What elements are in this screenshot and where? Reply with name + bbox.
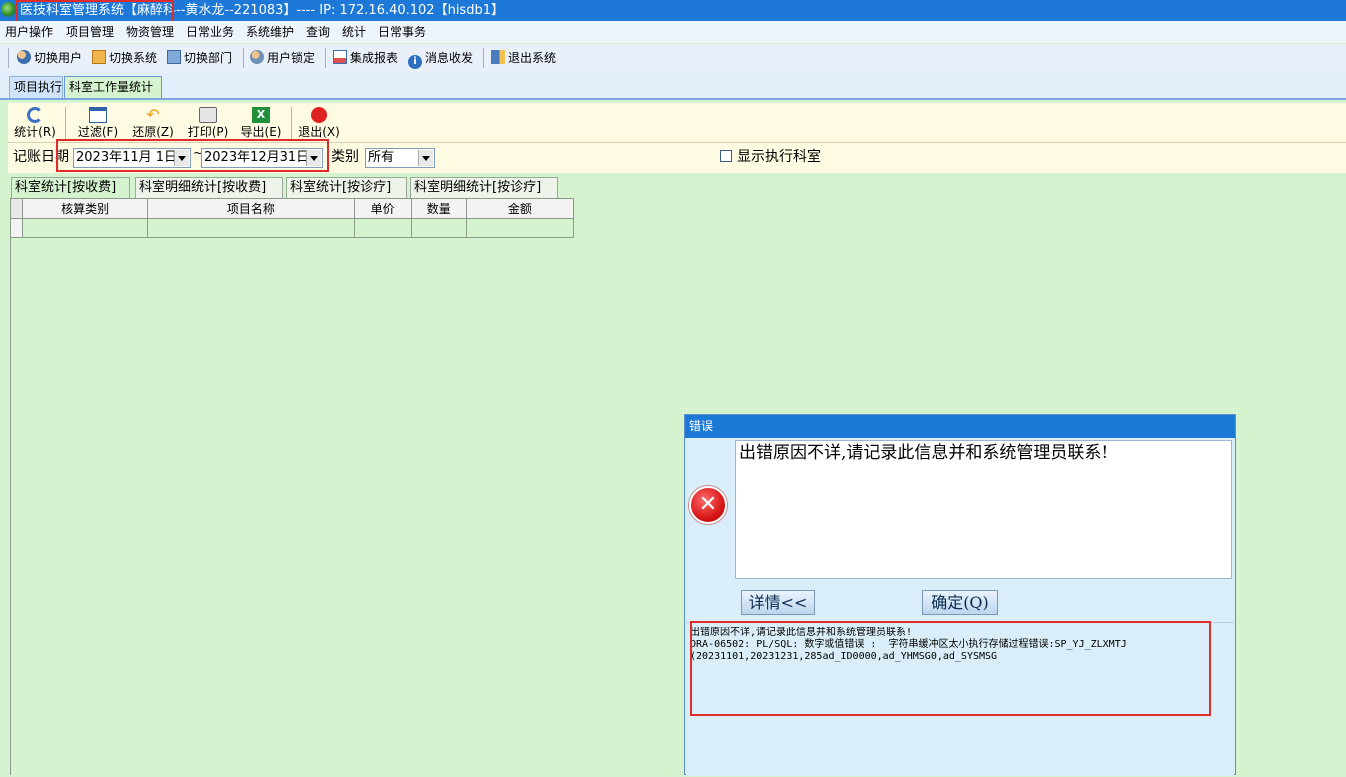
menu-daily-affairs[interactable]: 日常事务	[378, 24, 426, 40]
col-accounting-category[interactable]: 核算类别	[22, 198, 149, 219]
message-label: 消息收发	[425, 51, 474, 65]
row-indicator-header	[9, 198, 24, 219]
filter-button[interactable]: 过滤(F)	[74, 107, 122, 139]
switch-user-label: 切换用户	[34, 51, 83, 65]
excel-icon: X	[252, 107, 270, 123]
refresh-icon	[27, 107, 43, 123]
exit-system-button[interactable]: 退出系统	[491, 49, 556, 67]
exit-panel-button[interactable]: 退出(X)	[295, 107, 343, 139]
subtab-dept-by-treatment[interactable]: 科室统计[按诊疗]	[286, 177, 407, 198]
menu-system-maintenance[interactable]: 系统维护	[246, 24, 294, 40]
panel-toolbar: 统计(R) 过滤(F) ↶ 还原(Z) 打印(P) X 导出(E) 退出(X)	[8, 103, 1346, 143]
highlight-box-detail	[690, 621, 1211, 716]
switch-system-label: 切换系统	[109, 51, 158, 65]
menu-user-operation[interactable]: 用户操作	[5, 24, 53, 40]
integrated-report-label: 集成报表	[350, 51, 399, 65]
switch-department-button[interactable]: 切换部门	[167, 49, 232, 67]
toolbar-separator	[483, 48, 484, 68]
power-icon	[311, 107, 327, 123]
toolbar-separator	[325, 48, 326, 68]
export-button[interactable]: X 导出(E)	[237, 107, 285, 139]
grid-cell[interactable]	[465, 217, 575, 238]
department-icon	[167, 50, 181, 64]
menu-material-management[interactable]: 物资管理	[126, 24, 174, 40]
switch-system-button[interactable]: 切换系统	[92, 49, 157, 67]
error-x-icon: ✕	[689, 486, 727, 524]
error-message-box: 出错原因不详,请记录此信息并和系统管理员联系!	[735, 440, 1232, 579]
menu-bar: 用户操作 项目管理 物资管理 日常业务 系统维护 查询 统计 日常事务	[0, 21, 1346, 43]
category-value: 所有	[368, 150, 395, 165]
toolbar-separator	[65, 107, 66, 139]
switch-user-button[interactable]: 切换用户	[17, 49, 82, 67]
report-icon	[333, 50, 347, 64]
col-quantity[interactable]: 数量	[410, 198, 467, 219]
highlight-box-dates	[56, 139, 329, 172]
printer-icon	[199, 107, 217, 123]
print-label: 打印(P)	[187, 125, 229, 139]
restore-button[interactable]: ↶ 还原(Z)	[129, 107, 177, 139]
subtab-dept-detail-by-charge[interactable]: 科室明细统计[按收费]	[135, 177, 283, 198]
row-indicator	[9, 217, 24, 238]
exit-system-label: 退出系统	[508, 51, 557, 65]
stats-grid[interactable]: 核算类别 项目名称 单价 数量 金额	[9, 198, 575, 238]
message-button[interactable]: i 消息收发	[408, 49, 474, 69]
info-icon: i	[408, 55, 422, 69]
restore-label: 还原(Z)	[132, 125, 174, 139]
grid-left-border	[10, 238, 11, 775]
user-lock-icon	[250, 50, 264, 64]
category-label: 类别	[331, 149, 359, 165]
tab-project-execution[interactable]: 项目执行	[9, 76, 63, 98]
menu-daily-business[interactable]: 日常业务	[186, 24, 234, 40]
grid-header-row: 核算类别 项目名称 单价 数量 金额	[9, 198, 575, 219]
table-row[interactable]	[9, 217, 575, 238]
print-button[interactable]: 打印(P)	[184, 107, 232, 139]
undo-arrow-icon: ↶	[146, 105, 160, 124]
col-item-name[interactable]: 项目名称	[147, 198, 355, 219]
category-select[interactable]: 所有	[365, 148, 435, 168]
details-button[interactable]: 详情<<	[741, 590, 815, 615]
error-dialog-title: 错误	[689, 419, 714, 433]
integrated-report-button[interactable]: 集成报表	[333, 49, 398, 67]
window-title-bar: 医技科室管理系统【麻醉科--黄水龙--221083】---- IP: 172.1…	[0, 0, 1346, 21]
grid-cell[interactable]	[353, 217, 412, 238]
toolbar-separator	[243, 48, 244, 68]
stat-label: 统计(R)	[14, 125, 56, 139]
exit-panel-label: 退出(X)	[298, 125, 340, 139]
filter-label: 过滤(F)	[77, 125, 119, 139]
menu-project-management[interactable]: 项目管理	[66, 24, 114, 40]
toolbar-separator	[291, 107, 292, 139]
ok-button[interactable]: 确定(Q)	[922, 590, 998, 615]
chevron-down-icon[interactable]	[418, 150, 433, 166]
app-logo-icon	[1, 2, 16, 17]
subtab-dept-detail-by-treatment[interactable]: 科室明细统计[按诊疗]	[410, 177, 558, 198]
exit-door-icon	[491, 50, 505, 64]
show-exec-dept-label[interactable]: 显示执行科室	[737, 148, 821, 166]
menu-query[interactable]: 查询	[306, 24, 330, 40]
subtab-dept-by-charge[interactable]: 科室统计[按收费]	[11, 177, 130, 198]
module-tabs: 项目执行 科室工作量统计	[0, 72, 1346, 98]
main-toolbar: 切换用户 切换系统 切换部门 用户锁定 集成报表 i 消息收发 退出系统	[0, 44, 1346, 73]
user-lock-button[interactable]: 用户锁定	[250, 49, 315, 67]
menu-statistics[interactable]: 统计	[342, 24, 366, 40]
col-unit-price[interactable]: 单价	[353, 198, 412, 219]
grid-cell[interactable]	[147, 217, 355, 238]
switch-system-icon	[92, 50, 106, 64]
filter-icon	[89, 107, 107, 123]
switch-department-label: 切换部门	[184, 51, 233, 65]
grid-cell[interactable]	[410, 217, 467, 238]
tab-dept-workload[interactable]: 科室工作量统计	[64, 76, 162, 98]
users-icon	[17, 50, 31, 64]
user-lock-label: 用户锁定	[267, 51, 316, 65]
stat-button[interactable]: 统计(R)	[13, 107, 57, 139]
grid-cell[interactable]	[22, 217, 149, 238]
toolbar-grip	[8, 48, 9, 68]
show-exec-dept-checkbox[interactable]	[720, 150, 732, 162]
error-dialog-title-bar: 错误	[685, 415, 1235, 438]
export-label: 导出(E)	[240, 125, 282, 139]
col-amount[interactable]: 金额	[465, 198, 575, 219]
